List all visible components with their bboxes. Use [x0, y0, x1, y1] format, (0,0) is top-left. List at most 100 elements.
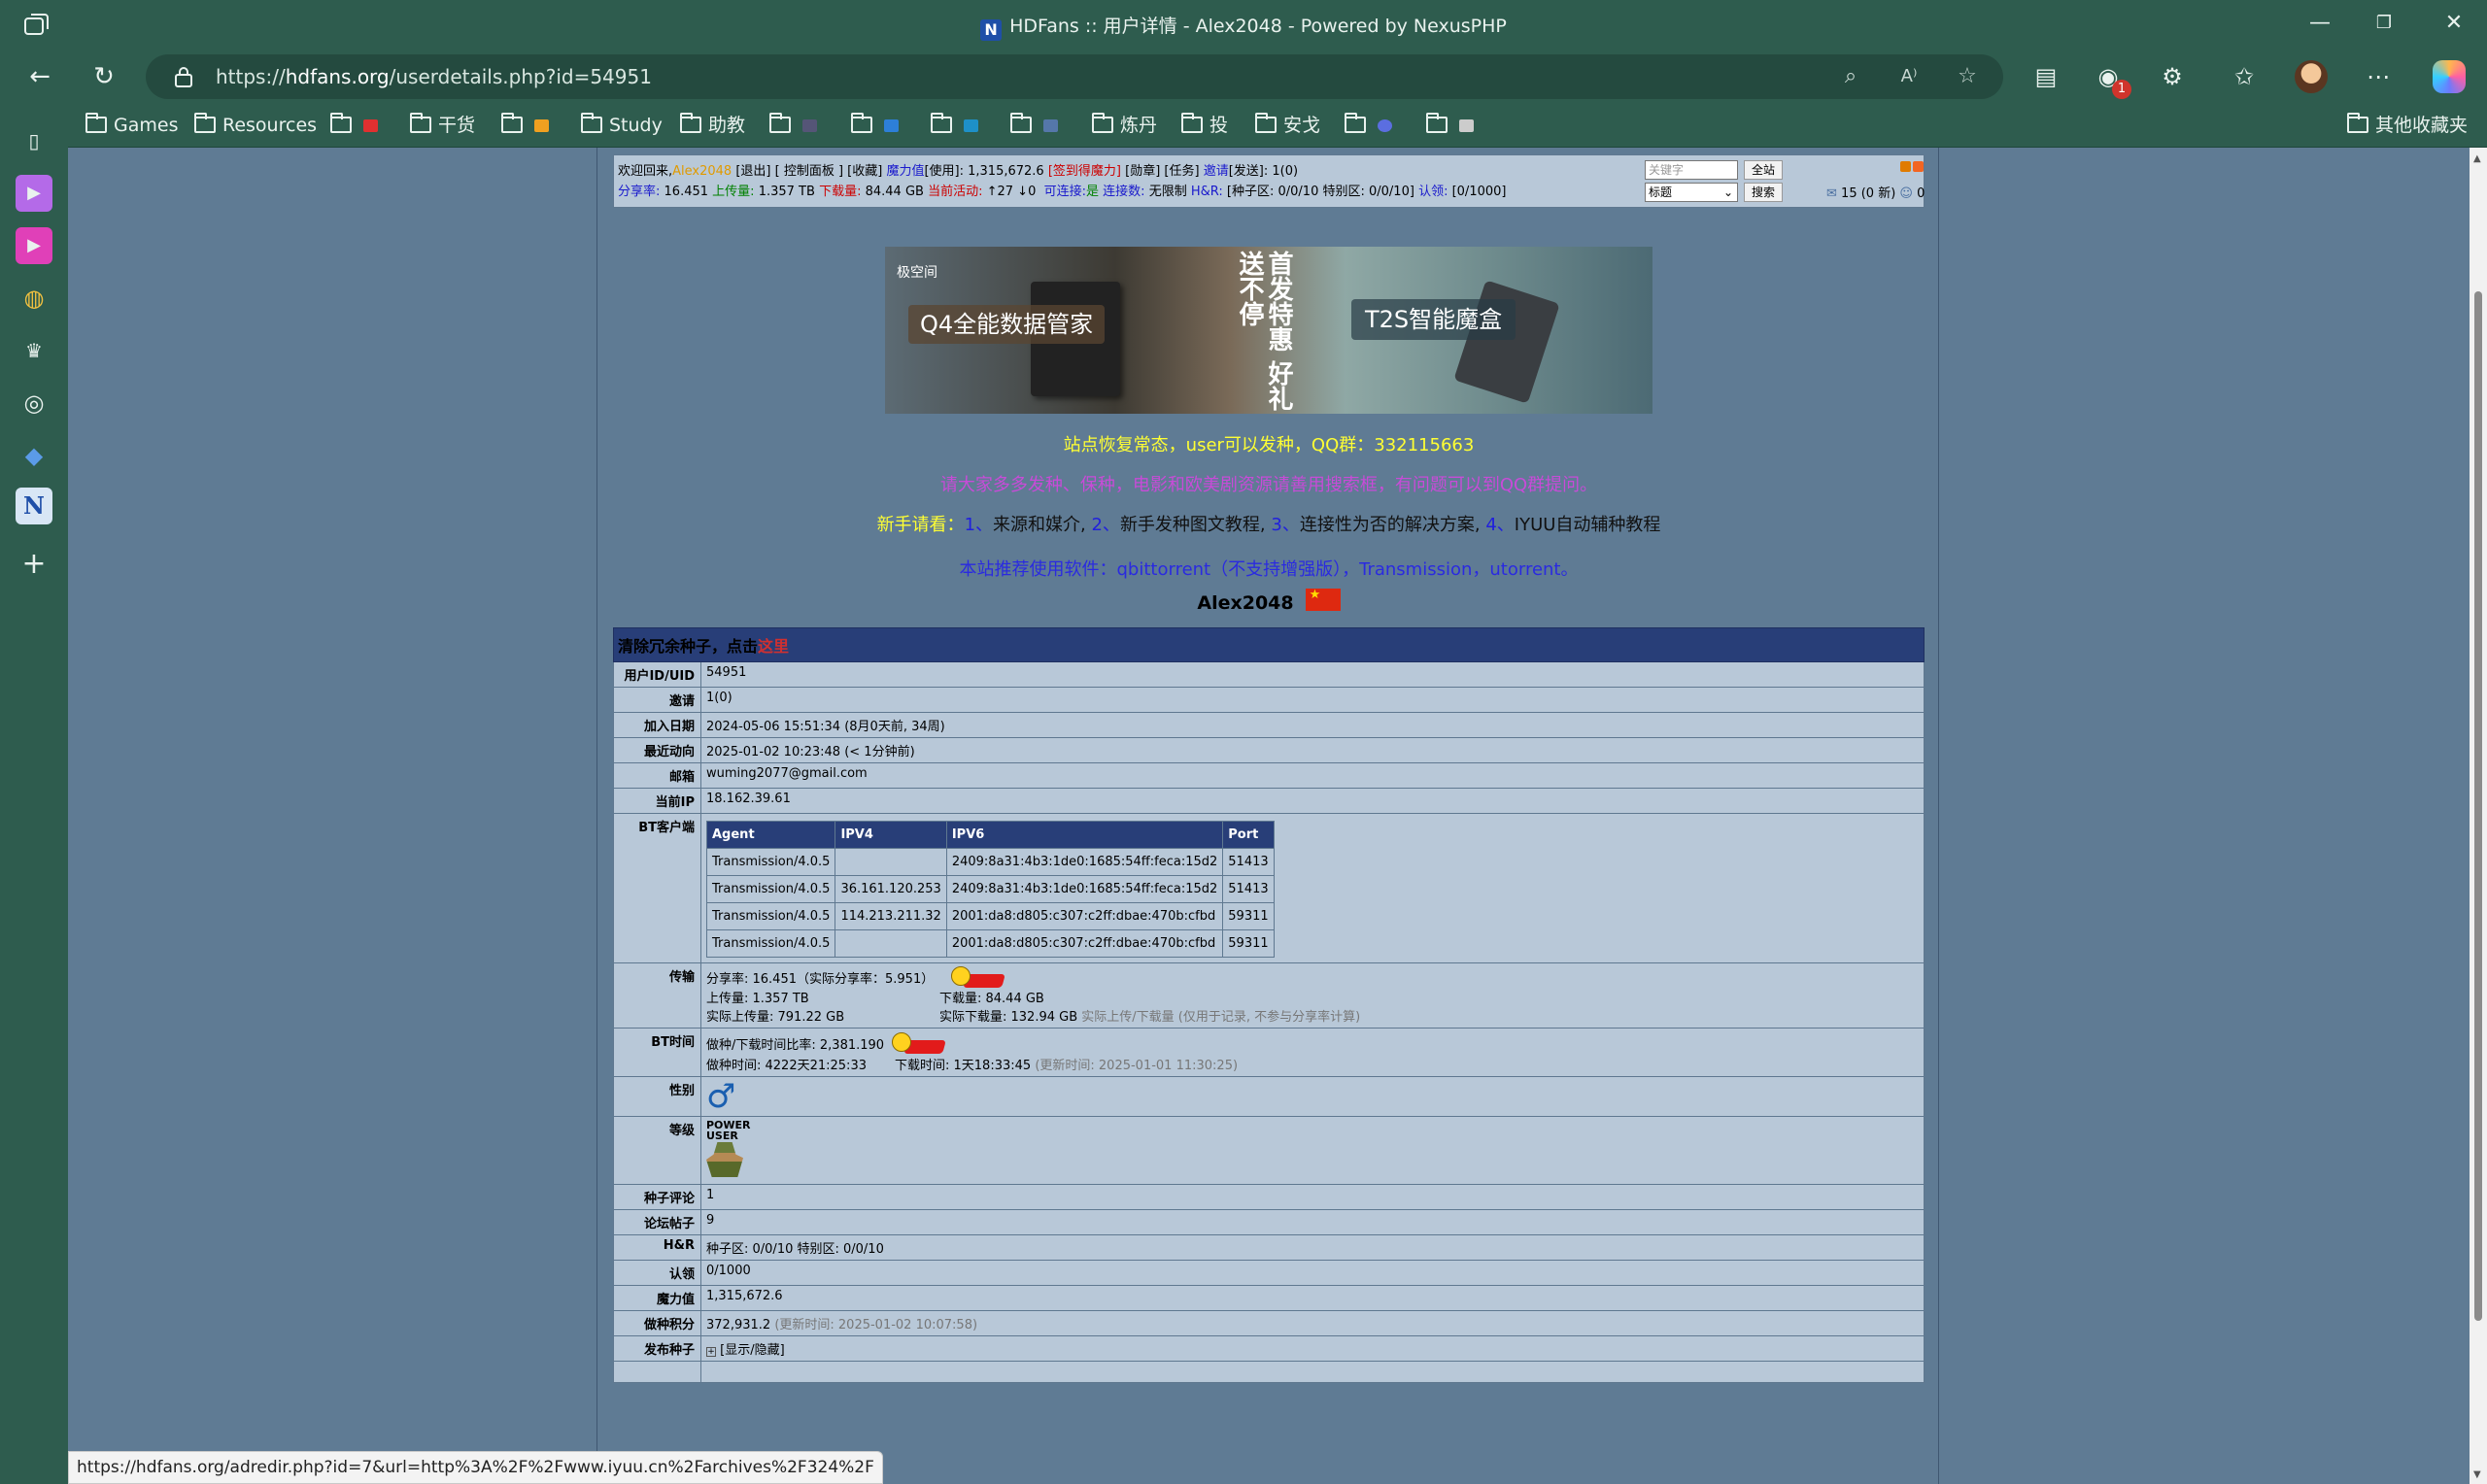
- close-button[interactable]: ✕: [2425, 6, 2483, 41]
- bookmark-other-favorites[interactable]: 其他收藏夹: [2347, 113, 2468, 138]
- username-link[interactable]: Alex2048: [672, 164, 732, 179]
- bookmark-site-icon: [964, 119, 978, 132]
- copilot-icon[interactable]: [2433, 60, 2466, 93]
- invite-link[interactable]: 邀请: [1204, 164, 1229, 179]
- favorite-star-icon[interactable]: ☆: [1953, 62, 1982, 91]
- bookmark-folder[interactable]: [1345, 113, 1392, 138]
- sidebar-globe-icon[interactable]: ◎: [16, 385, 52, 422]
- toggle-published-link[interactable]: [显示/隐藏]: [720, 1343, 785, 1358]
- search-keyword-input[interactable]: 关键字: [1645, 160, 1738, 180]
- bookmark-folder[interactable]: 投: [1181, 113, 1228, 138]
- newbie-link-1[interactable]: 来源和媒介,: [993, 515, 1086, 535]
- sidebar-collections-icon[interactable]: ▯: [16, 122, 52, 159]
- scrollbar-thumb[interactable]: [2474, 291, 2482, 1321]
- search-all-button[interactable]: 全站: [1744, 160, 1783, 180]
- sidebar-app-play-icon[interactable]: ▶: [16, 175, 52, 212]
- comments-value[interactable]: 1: [700, 1184, 1925, 1210]
- bonus-link[interactable]: 魔力值: [886, 164, 924, 179]
- info-line-1: 欢迎回来,Alex2048 [退出] [ 控制面板 ] [收藏] 魔力值[使用]…: [618, 164, 1299, 179]
- sidebar-app-crown-icon[interactable]: ♛: [16, 332, 52, 369]
- favorites-icon[interactable]: ✩: [2227, 60, 2262, 93]
- profile-username: Alex2048: [597, 588, 1940, 614]
- bttime-value: 做种/下载时间比率: 2,381.190 做种时间: 4222天21:25:33…: [700, 1028, 1925, 1077]
- hnr-link[interactable]: [种子区: 0/0/10 特别区: 0/0/10]: [1227, 185, 1414, 199]
- bookmark-folder[interactable]: Games: [85, 113, 178, 138]
- sidebar-nexus-icon[interactable]: N: [16, 488, 52, 524]
- sidebar-app-game-icon[interactable]: ◍: [16, 280, 52, 317]
- bookmark-folder[interactable]: [501, 113, 549, 138]
- folder-icon: [769, 113, 791, 133]
- bookmark-folder[interactable]: Study: [581, 113, 663, 138]
- lock-icon[interactable]: [173, 65, 194, 88]
- expand-plus-icon[interactable]: +: [706, 1347, 716, 1357]
- newbie-link-4[interactable]: IYUU自动辅种教程: [1515, 515, 1661, 535]
- rss-icon[interactable]: [1913, 161, 1924, 172]
- folder-icon: [1010, 113, 1032, 133]
- bookmark-folder[interactable]: [931, 113, 978, 138]
- refresh-button[interactable]: ↻: [87, 60, 120, 93]
- folder-icon: [1345, 113, 1366, 133]
- address-bar[interactable]: https://hdfans.org/userdetails.php?id=54…: [146, 54, 2003, 99]
- zoom-icon[interactable]: ⌕: [1836, 62, 1865, 91]
- bookmark-folder[interactable]: 炼丹: [1092, 113, 1157, 138]
- account-links[interactable]: [退出] [ 控制面板 ] [收藏]: [735, 164, 882, 179]
- folder-icon: [1092, 113, 1113, 133]
- hnr-value[interactable]: 种子区: 0/0/10 特别区: 0/0/10: [700, 1234, 1925, 1261]
- restore-button[interactable]: ❐: [2355, 6, 2413, 41]
- claim-link[interactable]: [0/1000]: [1452, 185, 1507, 199]
- extension-badge: 1: [2112, 80, 2131, 99]
- posts-value[interactable]: 9: [700, 1209, 1925, 1235]
- bookmark-folder[interactable]: [769, 113, 817, 138]
- bookmark-folder[interactable]: 安戈: [1255, 113, 1320, 138]
- bookmark-folder[interactable]: 助教: [680, 113, 745, 138]
- client-row: Transmission/4.0.5 2001:da8:d805:c307:c2f…: [705, 929, 1275, 958]
- scroll-down-arrow-icon[interactable]: ▼: [2473, 1469, 2481, 1480]
- sidebar-app-diamond-icon[interactable]: ◆: [16, 437, 52, 474]
- bookmark-folder[interactable]: Resources: [194, 113, 317, 138]
- bookmark-folder[interactable]: [1426, 113, 1474, 138]
- seed-ratio-smiley-icon: [892, 1032, 946, 1054]
- profile-avatar[interactable]: [2295, 60, 2328, 93]
- read-aloud-icon[interactable]: A⁾: [1894, 62, 1924, 91]
- extensions-puzzle-icon[interactable]: ⚙: [2155, 60, 2190, 93]
- sidebar-add-icon[interactable]: +: [16, 546, 52, 583]
- search-field-select[interactable]: 标题 ⌄: [1645, 183, 1738, 202]
- signin-link[interactable]: [签到得魔力]: [1048, 164, 1121, 179]
- more-menu-icon[interactable]: ⋯: [2361, 60, 2396, 93]
- table-row: 发布种子 + [显示/隐藏]: [613, 1335, 1925, 1362]
- bookmark-folder[interactable]: [1010, 113, 1058, 138]
- claim-value[interactable]: 0/1000: [700, 1260, 1925, 1286]
- transfer-value: 分享率: 16.451（实际分享率：5.951） 上传量: 1.357 TB 下载…: [700, 962, 1925, 1029]
- bookmark-folder[interactable]: 干货: [410, 113, 475, 138]
- minimize-button[interactable]: —: [2291, 6, 2349, 41]
- banner-slogan: 首发特惠 好礼送不停: [1235, 251, 1293, 412]
- reading-view-icon[interactable]: ▤: [2028, 60, 2063, 93]
- cleanup-link[interactable]: 这里: [758, 637, 789, 656]
- table-row: 加入日期 2024-05-06 15:51:34 (8月0天前, 34周): [613, 712, 1925, 738]
- newbie-link-2[interactable]: 新手发种图文教程,: [1120, 515, 1266, 535]
- search-button[interactable]: 搜索: [1744, 183, 1783, 202]
- bookmark-folder[interactable]: [851, 113, 899, 138]
- folder-icon: [1426, 113, 1448, 133]
- back-button[interactable]: ←: [23, 60, 56, 93]
- chevron-down-icon: ⌄: [1722, 186, 1733, 199]
- page-scrollbar[interactable]: ▲ ▼: [2470, 148, 2487, 1484]
- url-text[interactable]: https://hdfans.org/userdetails.php?id=54…: [216, 65, 652, 88]
- message-counter[interactable]: ✉ 15 (0 新) ☺ 0: [1826, 183, 1925, 201]
- user-icon[interactable]: [1900, 161, 1911, 172]
- newbie-link-3[interactable]: 连接性为否的解决方案,: [1300, 515, 1481, 535]
- bookmark-folder[interactable]: [330, 113, 378, 138]
- medal-task-links[interactable]: [勋章] [任务]: [1125, 164, 1199, 179]
- scroll-up-arrow-icon[interactable]: ▲: [2473, 153, 2481, 164]
- table-row: [613, 1361, 1925, 1383]
- sidebar-app-video-icon[interactable]: ▶: [16, 227, 52, 264]
- folder-icon: [1181, 113, 1203, 133]
- bookmark-site-icon: [1043, 119, 1058, 132]
- folder-icon: [851, 113, 872, 133]
- inbox-icon: ✉: [1826, 186, 1837, 201]
- notice-software: 本站推荐使用软件：qbittorrent（不支持增强版），Transmissio…: [959, 559, 1579, 580]
- clients-header-row: Agent IPV4 IPV6 Port: [705, 821, 1275, 849]
- client-row: Transmission/4.0.5 114.213.211.32 2001:da8…: [705, 902, 1275, 930]
- table-row: BT客户端 Agent IPV4 IPV6 Port Transmission/…: [613, 813, 1925, 963]
- ad-banner[interactable]: 极空间 Q4全能数据管家 首发特惠 好礼送不停 T2S智能魔盒: [885, 247, 1652, 414]
